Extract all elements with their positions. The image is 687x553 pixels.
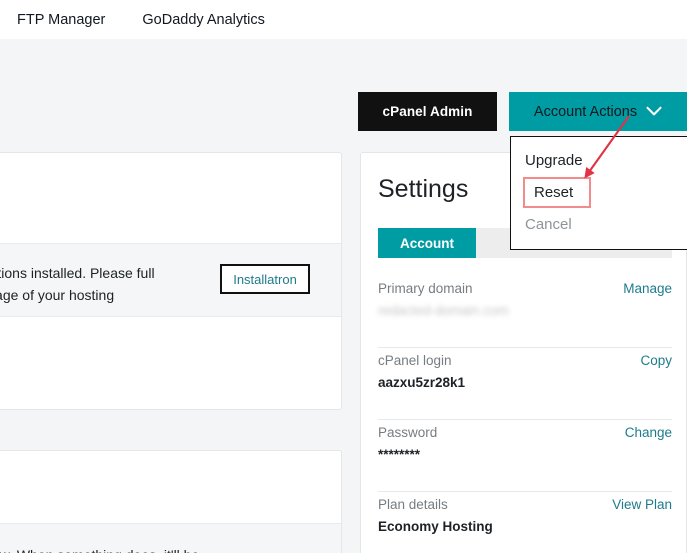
- primary-domain-label: Primary domain: [378, 281, 473, 296]
- cpanel-login-label: cPanel login: [378, 353, 452, 368]
- primary-domain-value: redacted-domain.com: [378, 303, 509, 318]
- left-panel-card-bottom: right now. When something does, it'll be: [0, 450, 342, 553]
- copy-link[interactable]: Copy: [640, 353, 672, 368]
- nav-link-godaddy-analytics[interactable]: GoDaddy Analytics: [142, 12, 265, 28]
- tab-account[interactable]: Account: [378, 228, 476, 258]
- menu-item-cancel[interactable]: Cancel: [511, 208, 687, 241]
- manage-link[interactable]: Manage: [623, 281, 672, 296]
- activity-banner-text: right now. When something does, it'll be: [0, 544, 283, 553]
- account-actions-dropdown-menu: Upgrade Reset Cancel: [510, 136, 687, 250]
- menu-item-upgrade[interactable]: Upgrade: [511, 144, 687, 177]
- app-screen: FTP Manager GoDaddy Analytics applicatio…: [0, 0, 687, 553]
- settings-row-password: Password ******** Change: [378, 421, 672, 492]
- plan-details-label: Plan details: [378, 497, 448, 512]
- cpanel-login-value: aazxu5zr28k1: [378, 375, 465, 390]
- account-actions-label: Account Actions: [534, 104, 637, 120]
- page-title: Settings: [378, 175, 468, 204]
- settings-row-plan-details: Plan details Economy Hosting View Plan: [378, 493, 672, 553]
- menu-item-reset[interactable]: Reset: [523, 177, 591, 208]
- settings-row-primary-domain: Primary domain redacted-domain.com Manag…: [378, 277, 672, 348]
- settings-row-cpanel-login: cPanel login aazxu5zr28k1 Copy: [378, 349, 672, 420]
- installatron-banner: applications installed. Please full adva…: [0, 243, 341, 317]
- top-navigation-bar: FTP Manager GoDaddy Analytics: [0, 0, 687, 39]
- installatron-button[interactable]: Installatron: [220, 264, 310, 294]
- left-panel-card-top: applications installed. Please full adva…: [0, 152, 342, 410]
- password-label: Password: [378, 425, 437, 440]
- activity-banner: right now. When something does, it'll be: [0, 523, 341, 553]
- plan-details-value: Economy Hosting: [378, 519, 493, 534]
- password-value: ********: [378, 447, 420, 462]
- view-plan-link[interactable]: View Plan: [612, 497, 672, 512]
- installatron-banner-text: applications installed. Please full adva…: [0, 262, 163, 306]
- account-actions-button[interactable]: Account Actions: [509, 92, 687, 131]
- nav-link-ftp-manager[interactable]: FTP Manager: [17, 12, 105, 28]
- chevron-down-icon: [646, 106, 662, 117]
- cpanel-admin-button[interactable]: cPanel Admin: [358, 92, 497, 131]
- change-password-link[interactable]: Change: [625, 425, 672, 440]
